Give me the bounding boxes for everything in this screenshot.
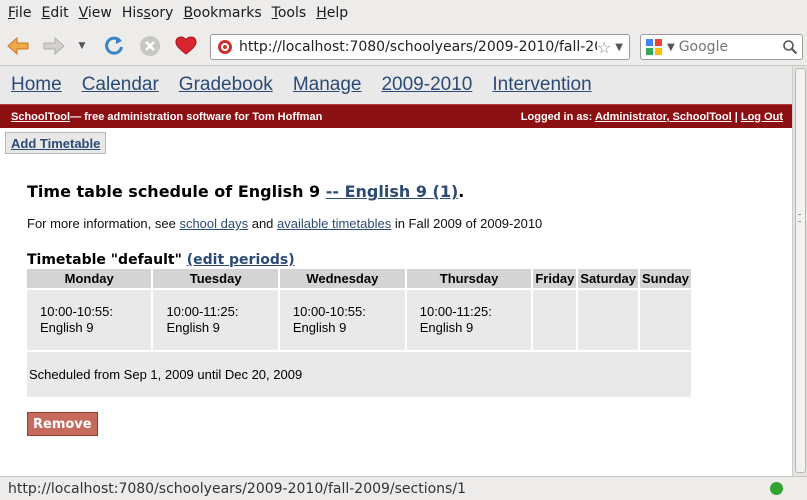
day-header-tuesday: Tuesday xyxy=(152,269,280,289)
back-arrow-icon xyxy=(7,36,29,56)
logout-link[interactable]: Log Out xyxy=(741,111,783,123)
login-info: Logged in as: Administrator, SchoolTool … xyxy=(521,111,783,123)
url-bar[interactable]: http://localhost:7080/schoolyears/2009-2… xyxy=(210,34,630,60)
info-text: For more information, see school days an… xyxy=(27,216,543,231)
site-favicon-icon xyxy=(218,40,232,54)
timetable-header-row: Monday Tuesday Wednesday Thursday Friday… xyxy=(27,269,691,289)
search-engine-dropdown-icon[interactable]: ▼ xyxy=(667,42,675,53)
day-header-thursday: Thursday xyxy=(405,269,534,289)
reload-button[interactable] xyxy=(100,32,128,60)
page-viewport: Home Calendar Gradebook Manage 2009-2010… xyxy=(0,66,792,476)
available-timetables-link[interactable]: available timetables xyxy=(277,216,391,231)
connection-ok-icon xyxy=(770,482,783,495)
menu-history[interactable]: Hissory xyxy=(117,0,179,26)
day-header-sunday: Sunday xyxy=(639,269,691,289)
stop-icon xyxy=(140,36,160,56)
timetable-cell-thursday: 10:00-11:25: English 9 xyxy=(405,288,534,351)
vertical-scrollbar[interactable] xyxy=(792,66,807,476)
edit-periods-link[interactable]: (edit periods) xyxy=(187,252,295,268)
url-text[interactable]: http://localhost:7080/schoolyears/2009-2… xyxy=(239,39,597,55)
school-days-link[interactable]: school days xyxy=(179,216,248,231)
status-bar: http://localhost:7080/schoolyears/2009-2… xyxy=(0,476,807,500)
reload-icon xyxy=(105,36,123,55)
timetable-row: 10:00-10:55: English 9 10:00-11:25: Englis… xyxy=(27,288,691,351)
scrollbar-thumb[interactable] xyxy=(795,68,806,473)
logged-in-label: Logged in as: xyxy=(520,110,595,123)
main-content: Time table schedule of English 9 -- Engl… xyxy=(27,182,767,397)
add-timetable-button[interactable]: Add Timetable xyxy=(5,132,107,154)
menu-bar: File Edit View Hissory Bookmarks Tools H… xyxy=(0,0,807,26)
brand-tagline: — free administration software for Tom H… xyxy=(70,110,323,123)
menu-bookmarks[interactable]: Bookmarks xyxy=(178,0,266,26)
nav-schoolyear-link[interactable]: 2009-2010 xyxy=(381,74,472,96)
timetable-table: Monday Tuesday Wednesday Thursday Friday… xyxy=(27,269,691,397)
timetable-cell-wednesday: 10:00-10:55: English 9 xyxy=(278,288,407,351)
forward-button[interactable] xyxy=(40,32,68,60)
menu-help[interactable]: Help xyxy=(311,0,353,26)
menu-edit[interactable]: Edit xyxy=(36,0,73,26)
timetable-cell-friday xyxy=(532,288,579,351)
schedule-range-text: Scheduled from Sep 1, 2009 until Dec 20,… xyxy=(27,350,691,397)
timetable-cell-tuesday: 10:00-11:25: English 9 xyxy=(152,288,280,351)
nav-calendar-link[interactable]: Calendar xyxy=(82,74,159,96)
day-header-wednesday: Wednesday xyxy=(278,269,407,289)
menu-tools[interactable]: Tools xyxy=(267,0,312,26)
bookmark-heart-button[interactable] xyxy=(172,32,200,60)
separator: | xyxy=(731,110,741,123)
status-url: http://localhost:7080/schoolyears/2009-2… xyxy=(8,480,466,497)
nav-gradebook-link[interactable]: Gradebook xyxy=(179,74,273,96)
google-engine-icon[interactable] xyxy=(645,38,663,56)
timetable-cell-sunday xyxy=(639,288,691,351)
schedule-row: Scheduled from Sep 1, 2009 until Dec 20,… xyxy=(27,350,691,397)
back-button[interactable] xyxy=(4,32,32,60)
schooltool-link[interactable]: SchoolTool xyxy=(11,111,70,123)
timetable-cell-saturday xyxy=(577,288,641,351)
nav-intervention-link[interactable]: Intervention xyxy=(492,74,591,96)
user-link[interactable]: Administrator, SchoolTool xyxy=(595,111,732,123)
search-icon[interactable] xyxy=(782,39,798,55)
nav-manage-link[interactable]: Manage xyxy=(293,74,362,96)
actions-bar: Add Timetable xyxy=(0,128,792,158)
timetable-heading: Timetable "default" (edit periods) xyxy=(27,252,295,268)
brand-bar: SchoolTool — free administration softwar… xyxy=(0,104,792,128)
timetable-cell-monday: 10:00-10:55: English 9 xyxy=(27,288,154,351)
forward-arrow-icon xyxy=(43,36,65,56)
url-dropdown-icon[interactable]: ▼ xyxy=(615,42,623,53)
day-header-monday: Monday xyxy=(27,269,154,289)
history-dropdown[interactable]: ▼ xyxy=(74,32,90,60)
menu-view[interactable]: View xyxy=(74,0,117,26)
chevron-down-icon: ▼ xyxy=(78,41,86,51)
app-navigation: Home Calendar Gradebook Manage 2009-2010… xyxy=(0,66,792,104)
day-header-friday: Friday xyxy=(532,269,579,289)
scrollbar-grip xyxy=(798,214,801,222)
day-header-saturday: Saturday xyxy=(577,269,641,289)
menu-file[interactable]: File xyxy=(3,0,36,26)
remove-button[interactable]: Remove xyxy=(27,412,98,436)
bookmark-star-icon[interactable]: ☆ xyxy=(597,38,611,57)
section-link[interactable]: -- English 9 (1) xyxy=(326,182,459,201)
search-bar[interactable]: ▼ xyxy=(640,34,803,60)
search-input[interactable] xyxy=(678,39,769,55)
stop-button[interactable] xyxy=(136,32,164,60)
navigation-toolbar: ▼ http://localhost:7080/schoolyears/2009… xyxy=(0,26,807,66)
page-title: Time table schedule of English 9 -- Engl… xyxy=(27,182,465,201)
heart-icon xyxy=(175,36,197,55)
nav-home-link[interactable]: Home xyxy=(11,74,62,96)
